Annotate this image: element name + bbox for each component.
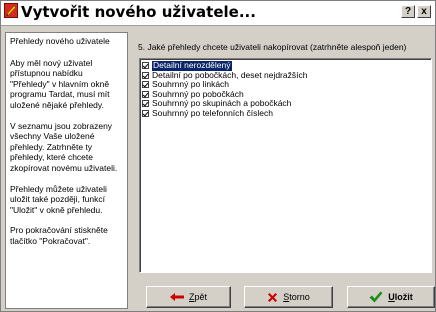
report-checkbox[interactable]	[142, 90, 149, 98]
report-checkbox[interactable]	[142, 71, 149, 79]
create-user-dialog: Vytvořit nového uživatele... ? x Přehled…	[0, 0, 436, 312]
save-button[interactable]: Uložit	[347, 286, 435, 308]
cancel-button[interactable]: Storno	[244, 286, 333, 308]
report-checkbox[interactable]	[142, 62, 149, 70]
title-bar[interactable]: Vytvořit nového uživatele... ? x	[1, 1, 435, 26]
save-label: Uložit	[388, 292, 413, 302]
window-title: Vytvořit nového uživatele...	[21, 3, 256, 21]
cancel-label: Storno	[283, 292, 310, 302]
help-panel: Přehledy nového uživatele Aby měl nový u…	[5, 32, 128, 309]
help-button[interactable]: ?	[401, 5, 415, 18]
report-checkbox[interactable]	[142, 81, 149, 89]
help-paragraph: V seznamu jsou zobrazeny všechny Vaše ul…	[10, 120, 118, 173]
report-label: Souhrnný po telefonních číslech	[152, 107, 273, 118]
green-checkmark-icon	[369, 291, 383, 303]
help-paragraph: Přehledy můžete uživateli uložit také po…	[10, 183, 107, 215]
close-button[interactable]: x	[417, 5, 431, 18]
back-button[interactable]: Zpět	[146, 286, 231, 308]
report-item-souhrnny-po-cislech[interactable]: Souhrnný po telefonních číslech	[142, 107, 429, 119]
arrow-left-icon	[169, 293, 184, 301]
back-label: Zpět	[188, 292, 207, 302]
report-checkbox[interactable]	[142, 109, 149, 117]
app-icon	[4, 3, 18, 18]
help-paragraph: Pro pokračování stiskněte tlačítko "Pokr…	[10, 225, 108, 246]
step-instruction: 5. Jaké přehledy chcete uživateli nakopí…	[138, 42, 407, 52]
help-paragraph: Aby měl nový uživatel přístupnou nabídku…	[10, 57, 110, 110]
red-x-icon	[268, 292, 278, 302]
reports-checklist[interactable]: Detailní nerozdělený Detailní po pobočká…	[139, 58, 432, 273]
report-checkbox[interactable]	[142, 100, 149, 108]
help-heading: Přehledy nového uživatele	[10, 36, 110, 46]
